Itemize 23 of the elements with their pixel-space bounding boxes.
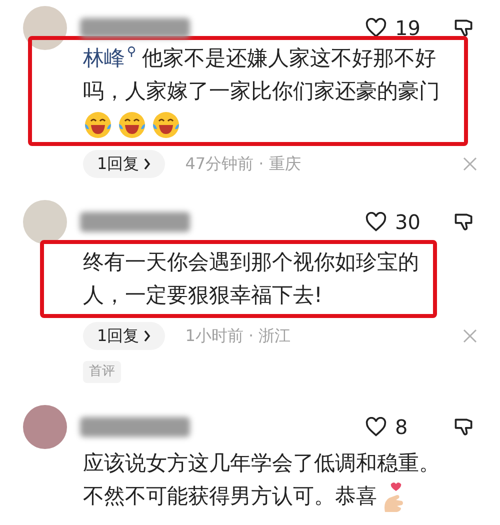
chevron-right-icon [143,158,152,170]
avatar[interactable] [23,200,67,244]
heart-icon[interactable] [365,212,387,232]
like-count: 30 [395,209,422,236]
avatar[interactable] [23,6,67,50]
chevron-right-icon [143,330,152,342]
replies-button[interactable]: 1回复 [83,150,166,178]
mention-link[interactable]: 林峰 [83,46,125,70]
heart-icon[interactable] [365,18,387,38]
comment-text: 林峰 他家不是还嫌人家这不好那不好 吗，人家嫁了一家比你们家还豪的豪门 [83,45,440,105]
thumbs-down-icon[interactable] [453,211,475,233]
time-location: 47分钟前 · 重庆 [185,153,301,175]
time-location: 1小时前 · 浙江 [185,325,291,347]
first-comment-tag: 首评 [83,361,121,382]
replies-button[interactable]: 1回复 [83,322,166,350]
avatar[interactable] [23,404,67,448]
search-icon [127,46,136,57]
like-count: 19 [395,15,422,42]
like-count: 8 [395,414,409,440]
heart-icon[interactable] [365,416,387,436]
thumbs-down-icon[interactable] [453,17,475,39]
comment-text: 终有一天你会遇到那个视你如珍宝的 人，一定要狠狠幸福下去! [83,249,419,309]
comment-text: 应该说女方这几年学会了低调和稳重。 不然不可能获得男方认可。恭喜 [83,446,476,512]
